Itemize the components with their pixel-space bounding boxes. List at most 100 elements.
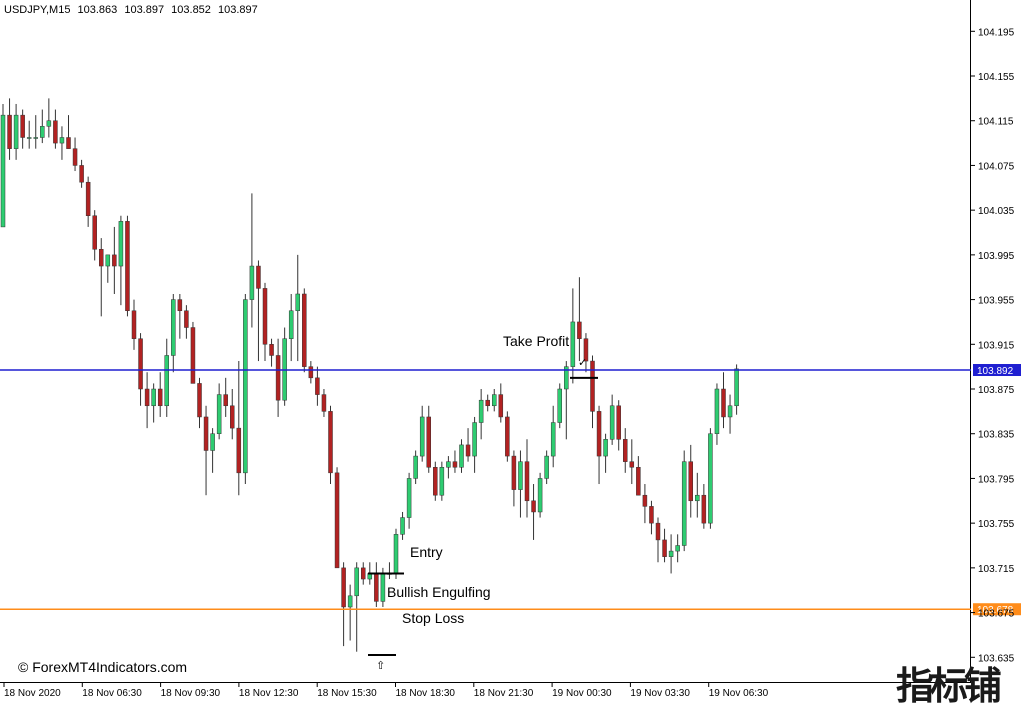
- y-tick-label: 103.955: [978, 296, 1015, 307]
- bearish-candle: [361, 567, 366, 580]
- bearish-candle: [262, 288, 268, 345]
- bullish-candle: [295, 293, 300, 312]
- bearish-candle: [256, 265, 261, 289]
- bullish-candle: [354, 567, 359, 597]
- stop-loss-label: Stop Loss: [402, 610, 465, 626]
- bullish-candle: [288, 310, 294, 339]
- bullish-candle: [537, 478, 543, 513]
- bearish-candle: [223, 394, 228, 407]
- bullish-candle: [249, 265, 255, 300]
- bullish-candle: [695, 494, 700, 502]
- bearish-candle: [655, 522, 661, 541]
- bullish-candle: [446, 461, 451, 468]
- bearish-candle: [190, 327, 196, 384]
- x-tick-label: 19 Nov 00:30: [552, 688, 612, 699]
- bullish-candle: [210, 433, 215, 451]
- bearish-candle: [302, 293, 307, 367]
- up-arrow-icon: ⇧: [376, 660, 385, 672]
- bearish-candle: [505, 416, 510, 457]
- bullish-candle: [472, 422, 477, 457]
- bullish-candle: [13, 114, 19, 149]
- y-tick-label: 104.195: [978, 27, 1015, 38]
- bullish-candle: [557, 388, 562, 423]
- bearish-candle: [79, 165, 84, 183]
- bearish-candle: [269, 344, 274, 356]
- bearish-candle: [177, 299, 183, 312]
- take-profit-label: Take Profit: [503, 333, 570, 349]
- ohlc-open: 103.863: [77, 4, 118, 16]
- bullish-candle: [118, 221, 124, 267]
- bearish-candle: [701, 494, 707, 524]
- bearish-candle: [498, 394, 504, 418]
- y-tick-label: 103.675: [978, 609, 1015, 620]
- entry-label: Entry: [410, 544, 443, 560]
- bullish-candle: [216, 394, 222, 434]
- y-tick-label: 103.835: [978, 430, 1015, 441]
- bearish-candle: [452, 461, 458, 468]
- bearish-candle: [629, 461, 635, 468]
- bearish-candle: [197, 383, 202, 418]
- x-tick-label: 18 Nov 18:30: [396, 688, 456, 699]
- bearish-candle: [112, 254, 117, 267]
- ohlc-high: 103.897: [124, 4, 165, 16]
- bullish-candle: [492, 394, 497, 407]
- bullish-candle: [26, 137, 32, 139]
- bullish-candle: [419, 416, 425, 457]
- bearish-candle: [341, 567, 346, 608]
- x-tick-label: 18 Nov 2020: [4, 688, 61, 699]
- bearish-candle: [636, 467, 641, 496]
- bearish-candle: [66, 137, 71, 149]
- bearish-candle: [433, 467, 438, 496]
- check-icon: ✓: [578, 357, 587, 369]
- bullish-candle: [518, 461, 523, 490]
- bullish-candle: [105, 254, 111, 267]
- bullish-candle: [59, 137, 65, 144]
- bearish-candle: [92, 215, 97, 250]
- bearish-candle: [662, 539, 667, 557]
- bearish-candle: [616, 405, 621, 440]
- bearish-candle: [721, 388, 726, 418]
- y-tick-label: 104.075: [978, 161, 1015, 172]
- candlestick-chart[interactable]: 103.892103.678✓⇧104.195104.155104.115104…: [0, 0, 1024, 704]
- bearish-candle: [315, 377, 320, 395]
- y-tick-label: 104.035: [978, 206, 1015, 217]
- y-tick-label: 103.875: [978, 385, 1015, 396]
- y-tick-label: 103.915: [978, 340, 1015, 351]
- bearish-candle: [72, 148, 78, 166]
- ohlc-close: 103.897: [217, 4, 258, 16]
- bullish-candle: [40, 126, 45, 138]
- x-tick-label: 19 Nov 03:30: [630, 688, 690, 699]
- bearish-candle: [374, 573, 379, 602]
- bullish-engulfing-label: Bullish Engulfing: [387, 584, 491, 600]
- bullish-candle: [727, 405, 733, 418]
- bullish-candle: [544, 455, 549, 479]
- bullish-candle: [668, 550, 674, 557]
- bearish-candle: [590, 360, 595, 412]
- bullish-candle: [33, 137, 38, 139]
- y-tick-label: 103.795: [978, 474, 1015, 485]
- y-tick-label: 104.155: [978, 72, 1015, 83]
- price-line-label: 103.892: [977, 366, 1014, 377]
- bullish-candle: [734, 368, 739, 407]
- bearish-candle: [236, 427, 242, 474]
- bullish-candle: [681, 461, 687, 546]
- bullish-candle: [46, 120, 52, 127]
- x-tick-label: 18 Nov 09:30: [161, 688, 221, 699]
- bullish-candle: [400, 517, 405, 535]
- bearish-candle: [20, 114, 25, 138]
- bearish-candle: [275, 355, 281, 401]
- bearish-candle: [688, 461, 693, 502]
- bearish-candle: [321, 394, 327, 412]
- y-tick-label: 104.115: [978, 117, 1014, 128]
- bullish-candle: [708, 433, 713, 524]
- copyright-text: © ForexMT4Indicators.com: [18, 659, 188, 675]
- bullish-candle: [570, 321, 576, 367]
- bearish-candle: [230, 405, 235, 429]
- bearish-candle: [99, 249, 104, 267]
- bearish-candle: [144, 388, 150, 407]
- bullish-candle: [603, 439, 608, 457]
- bearish-candle: [53, 120, 58, 144]
- bearish-candle: [7, 114, 12, 149]
- bearish-candle: [596, 411, 602, 457]
- bullish-candle: [550, 422, 556, 457]
